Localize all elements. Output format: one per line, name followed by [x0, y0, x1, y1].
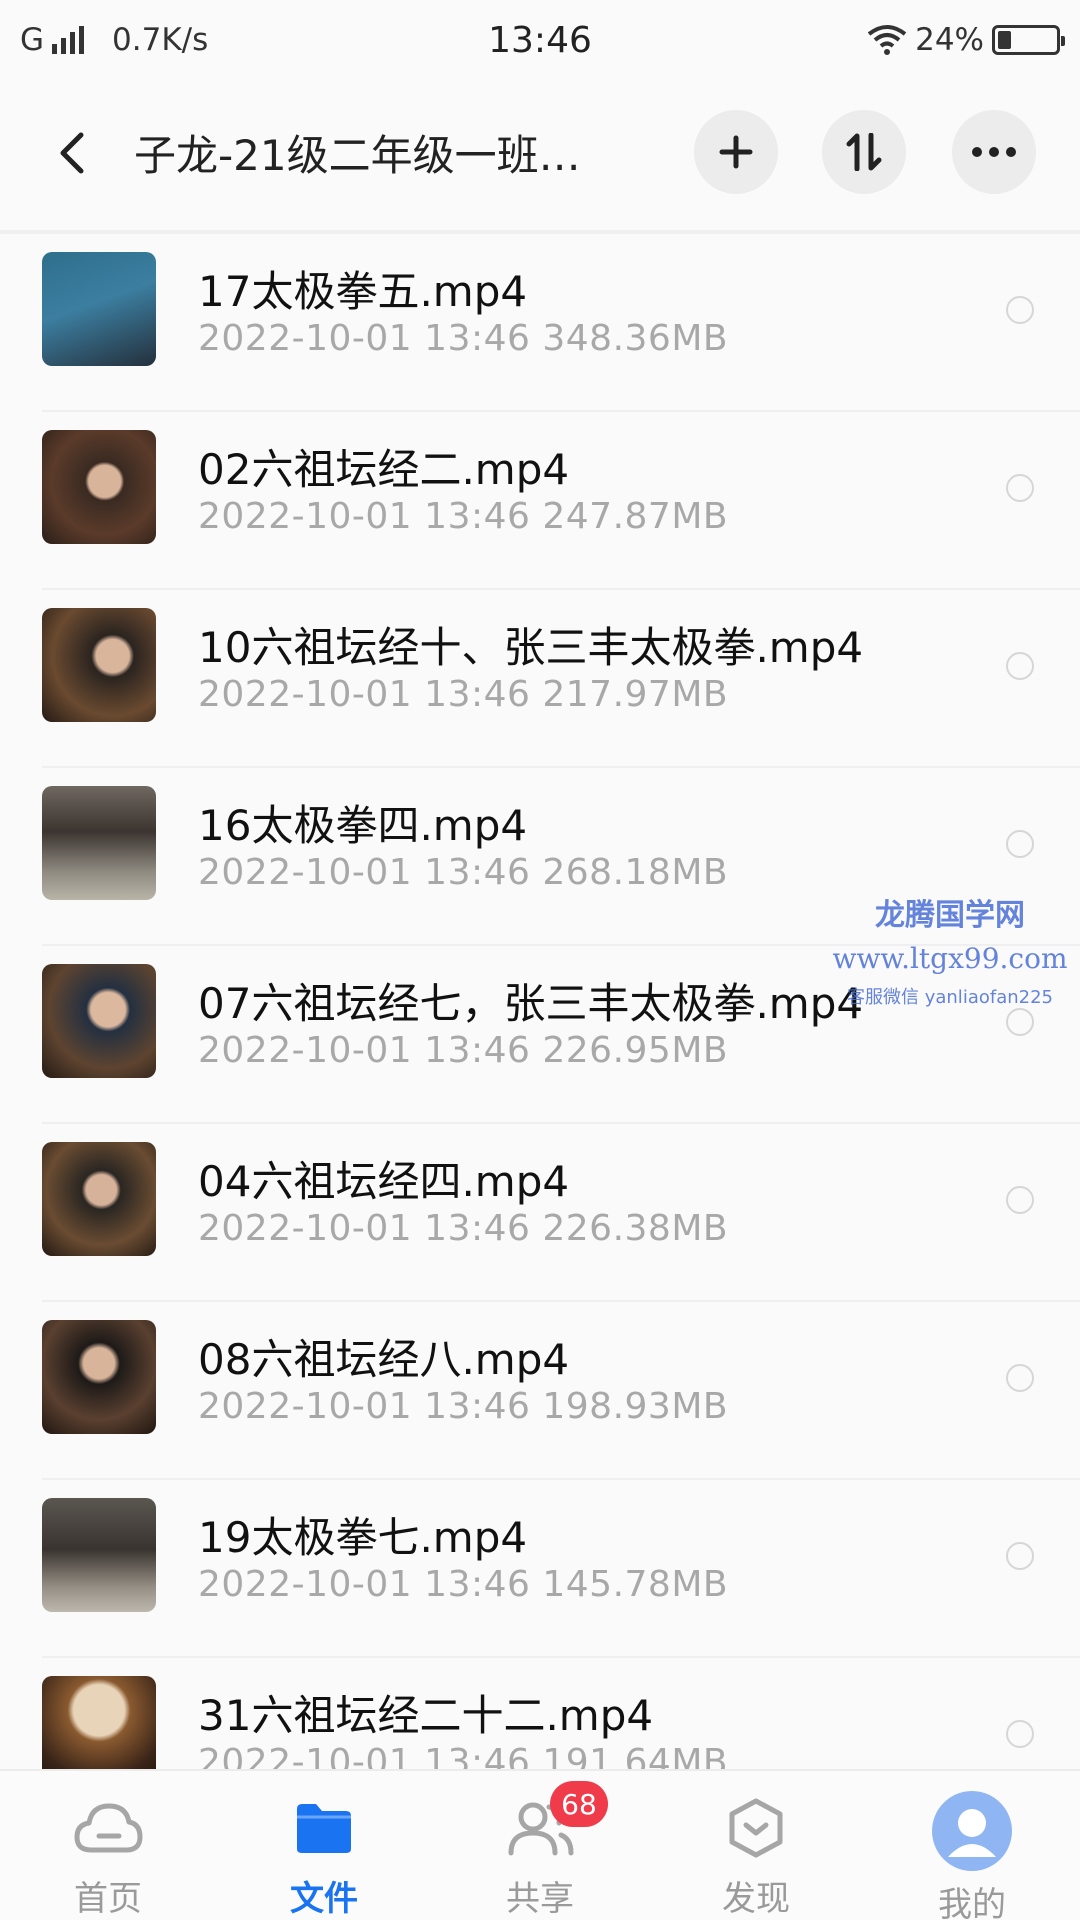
- video-thumbnail: [42, 252, 156, 366]
- video-thumbnail: [42, 964, 156, 1078]
- file-name: 31六祖坛经二十二.mp4: [198, 1691, 654, 1740]
- plus-icon: [719, 135, 753, 169]
- more-button[interactable]: [952, 110, 1036, 194]
- status-bar: G 0.7K/s 13:46 24%: [0, 0, 1080, 80]
- tab-files[interactable]: 文件: [216, 1771, 432, 1920]
- file-meta: 2022-10-01 13:46 145.78MB: [198, 1564, 729, 1605]
- header: 子龙-21级二年级一班…: [0, 90, 1080, 215]
- file-name: 02六祖坛经二.mp4: [198, 445, 570, 494]
- file-name: 19太极拳七.mp4: [198, 1513, 528, 1562]
- add-button[interactable]: [694, 110, 778, 194]
- select-radio[interactable]: [1006, 1364, 1034, 1392]
- battery-level: [998, 31, 1012, 49]
- back-button[interactable]: [40, 121, 104, 185]
- video-thumbnail: [42, 786, 156, 900]
- more-dots-icon: [972, 147, 1016, 157]
- video-thumbnail: [42, 1142, 156, 1256]
- clock: 13:46: [488, 19, 592, 61]
- tab-home[interactable]: 首页: [0, 1771, 216, 1920]
- file-meta: 2022-10-01 13:46 268.18MB: [198, 852, 729, 893]
- tab-profile[interactable]: 我的: [864, 1771, 1080, 1920]
- avatar-icon: [929, 1791, 1015, 1871]
- select-radio[interactable]: [1006, 474, 1034, 502]
- network-type: G: [20, 22, 45, 58]
- file-row[interactable]: 17太极拳五.mp4 2022-10-01 13:46 348.36MB: [0, 234, 1080, 412]
- file-meta: 2022-10-01 13:46 226.95MB: [198, 1030, 729, 1071]
- file-row[interactable]: 08六祖坛经八.mp4 2022-10-01 13:46 198.93MB: [0, 1302, 1080, 1480]
- video-thumbnail: [42, 1676, 156, 1769]
- select-radio[interactable]: [1006, 1542, 1034, 1570]
- select-radio[interactable]: [1006, 1186, 1034, 1214]
- tab-label: 首页: [74, 1879, 142, 1919]
- sort-icon: [846, 133, 882, 171]
- file-row[interactable]: 04六祖坛经四.mp4 2022-10-01 13:46 226.38MB: [0, 1124, 1080, 1302]
- select-radio[interactable]: [1006, 296, 1034, 324]
- signal-icon: [52, 26, 85, 54]
- tab-label: 共享: [506, 1879, 574, 1919]
- tab-label: 我的: [938, 1885, 1006, 1920]
- hexagon-icon: [713, 1791, 799, 1865]
- file-meta: 2022-10-01 13:46 217.97MB: [198, 674, 729, 715]
- select-radio[interactable]: [1006, 1008, 1034, 1036]
- file-meta: 2022-10-01 13:46 226.38MB: [198, 1208, 729, 1249]
- file-name: 10六祖坛经十、张三丰太极拳.mp4: [198, 623, 864, 672]
- file-meta: 2022-10-01 13:46 198.93MB: [198, 1386, 729, 1427]
- file-row[interactable]: 31六祖坛经二十二.mp4 2022-10-01 13:46 191.64MB: [0, 1658, 1080, 1769]
- file-row[interactable]: 19太极拳七.mp4 2022-10-01 13:46 145.78MB: [0, 1480, 1080, 1658]
- tab-discover[interactable]: 发现: [648, 1771, 864, 1920]
- file-row[interactable]: 02六祖坛经二.mp4 2022-10-01 13:46 247.87MB: [0, 412, 1080, 590]
- file-name: 07六祖坛经七，张三丰太极拳.mp4: [198, 979, 864, 1028]
- video-thumbnail: [42, 608, 156, 722]
- battery-icon: [992, 25, 1065, 55]
- watermark-title: 龙腾国学网: [875, 898, 1025, 933]
- watermark: 龙腾国学网 www.ltgx99.com 客服微信 yanliaofan225: [820, 890, 1080, 1009]
- tab-bar: 首页 文件 68 共享 发现 我的: [0, 1769, 1080, 1920]
- network-speed: 0.7K/s: [112, 22, 209, 58]
- video-thumbnail: [42, 430, 156, 544]
- file-meta: 2022-10-01 13:46 247.87MB: [198, 496, 729, 537]
- file-name: 08六祖坛经八.mp4: [198, 1335, 570, 1384]
- select-radio[interactable]: [1006, 830, 1034, 858]
- video-thumbnail: [42, 1320, 156, 1434]
- tab-label: 发现: [722, 1879, 790, 1919]
- tab-label: 文件: [290, 1879, 358, 1919]
- file-row[interactable]: 10六祖坛经十、张三丰太极拳.mp4 2022-10-01 13:46 217.…: [0, 590, 1080, 768]
- watermark-contact: 客服微信 yanliaofan225: [847, 987, 1053, 1008]
- file-meta: 2022-10-01 13:46 191.64MB: [198, 1742, 729, 1769]
- chevron-left-icon: [60, 132, 84, 173]
- cloud-icon: [65, 1791, 151, 1865]
- battery-percent: 24%: [915, 22, 984, 58]
- watermark-url: www.ltgx99.com: [832, 942, 1068, 975]
- page-title: 子龙-21级二年级一班…: [134, 131, 581, 180]
- file-name: 16太极拳四.mp4: [198, 801, 528, 850]
- file-meta: 2022-10-01 13:46 348.36MB: [198, 318, 729, 359]
- wifi-icon: [867, 25, 907, 55]
- select-radio[interactable]: [1006, 652, 1034, 680]
- folder-icon: [281, 1791, 367, 1865]
- file-name: 04六祖坛经四.mp4: [198, 1157, 570, 1206]
- tab-share[interactable]: 68 共享: [432, 1771, 648, 1920]
- file-name: 17太极拳五.mp4: [198, 267, 528, 316]
- sort-button[interactable]: [822, 110, 906, 194]
- video-thumbnail: [42, 1498, 156, 1612]
- notification-badge: 68: [550, 1781, 608, 1827]
- select-radio[interactable]: [1006, 1720, 1034, 1748]
